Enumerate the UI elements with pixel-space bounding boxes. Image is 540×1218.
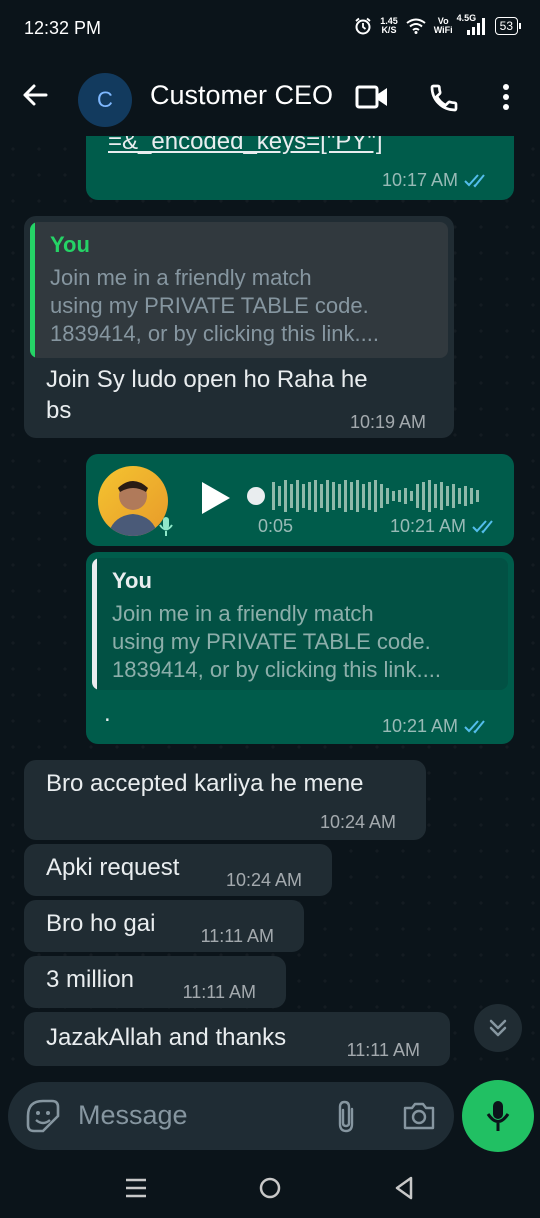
message-time: 11:11 AM bbox=[346, 1040, 420, 1060]
attach-icon[interactable] bbox=[334, 1099, 358, 1133]
video-call-icon[interactable] bbox=[355, 84, 389, 115]
message-time: 11:11 AM bbox=[200, 926, 274, 946]
message-text[interactable]: Bro ho gai bbox=[46, 908, 155, 939]
wifi-icon bbox=[406, 18, 426, 34]
read-ticks-icon bbox=[464, 173, 485, 187]
back-nav-icon[interactable] bbox=[394, 1176, 414, 1200]
mic-badge-icon bbox=[159, 517, 173, 536]
message-bubble[interactable]: Bro accepted karliya he mene 10:24 AM bbox=[24, 760, 426, 840]
message-bubble[interactable]: You Join me in a friendly match using my… bbox=[86, 552, 514, 744]
quote-accent-bar bbox=[92, 558, 97, 690]
quote-author: You bbox=[50, 232, 90, 257]
scroll-to-bottom-button[interactable] bbox=[474, 1004, 522, 1052]
recent-apps-icon[interactable] bbox=[124, 1177, 148, 1199]
message-bubble[interactable]: =&_encoded_keys=["PY"] 10:17 AM bbox=[86, 136, 514, 200]
contact-name[interactable]: Customer CEO bbox=[150, 80, 333, 111]
message-text[interactable]: Bro accepted karliya he mene bbox=[46, 768, 364, 799]
battery-indicator: 53 bbox=[494, 17, 522, 35]
back-arrow-icon[interactable] bbox=[20, 80, 50, 115]
quoted-message[interactable]: You Join me in a friendly match using my… bbox=[92, 558, 508, 690]
message-bubble[interactable]: 3 million 11:11 AM bbox=[24, 956, 286, 1008]
message-text[interactable]: . bbox=[104, 698, 111, 729]
message-text[interactable]: Apki request bbox=[46, 852, 179, 883]
message-meta: 11:11 AM bbox=[347, 1040, 420, 1061]
audio-waveform[interactable] bbox=[246, 476, 486, 516]
chat-header: C Customer CEO bbox=[0, 58, 540, 136]
contact-avatar[interactable]: C bbox=[78, 73, 132, 127]
message-meta: 11:11 AM bbox=[183, 982, 256, 1003]
message-meta: 10:24 AM bbox=[226, 870, 302, 891]
signal-icon bbox=[466, 18, 485, 35]
quote-text: Join me in a friendly match using my PRI… bbox=[50, 265, 379, 346]
message-text[interactable]: Join Sy ludo open ho Raha he bs bbox=[46, 364, 368, 426]
network-speed: 1.45 K/S bbox=[380, 16, 398, 35]
message-meta: 10:24 AM bbox=[320, 812, 396, 833]
system-nav-bar bbox=[0, 1158, 540, 1218]
double-chevron-down-icon bbox=[489, 1019, 507, 1037]
message-meta: 10:19 AM bbox=[350, 412, 426, 433]
message-text[interactable]: =&_encoded_keys=["PY"] bbox=[108, 136, 383, 157]
sticker-icon[interactable] bbox=[26, 1099, 60, 1133]
alarm-icon bbox=[355, 17, 371, 35]
message-meta: 11:11 AM bbox=[201, 926, 274, 947]
message-time: 10:24 AM bbox=[225, 870, 302, 890]
voice-call-icon[interactable] bbox=[428, 82, 460, 119]
message-time: 10:21 AM bbox=[381, 716, 458, 736]
microphone-icon bbox=[486, 1101, 510, 1131]
voice-record-button[interactable] bbox=[462, 1080, 534, 1152]
message-time: 10:24 AM bbox=[319, 812, 396, 832]
message-time: 11:11 AM bbox=[182, 982, 256, 1002]
message-bubble[interactable]: Bro ho gai 11:11 AM bbox=[24, 900, 304, 952]
vowifi-indicator: Vo WiFi bbox=[433, 16, 453, 35]
message-text[interactable]: JazakAllah and thanks bbox=[46, 1022, 286, 1053]
quote-author: You bbox=[112, 568, 152, 593]
read-ticks-icon bbox=[464, 719, 485, 733]
more-options-icon[interactable] bbox=[500, 82, 512, 117]
message-composer[interactable]: Message bbox=[8, 1082, 454, 1150]
message-text[interactable]: 3 million bbox=[46, 964, 134, 995]
status-bar: 12:32 PM 1.45 K/S Vo WiFi 4.5G 53 bbox=[0, 0, 540, 58]
message-meta: 10:21 AM bbox=[382, 716, 490, 737]
read-ticks-icon bbox=[472, 519, 493, 533]
message-time: 10:21 AM bbox=[389, 516, 466, 536]
message-meta: 10:17 AM bbox=[382, 170, 490, 191]
message-input[interactable]: Message bbox=[78, 1100, 188, 1131]
status-icons: 1.45 K/S Vo WiFi 4.5G 53 bbox=[354, 14, 522, 36]
voice-duration: 0:05 bbox=[258, 516, 294, 536]
quote-text: Join me in a friendly match using my PRI… bbox=[112, 601, 441, 682]
home-icon[interactable] bbox=[258, 1176, 282, 1200]
message-time: 10:19 AM bbox=[349, 412, 426, 432]
message-bubble[interactable]: You Join me in a friendly match using my… bbox=[24, 216, 454, 438]
message-bubble[interactable]: JazakAllah and thanks 11:11 AM bbox=[24, 1012, 450, 1066]
message-bubble[interactable]: Apki request 10:24 AM bbox=[24, 844, 332, 896]
status-time: 12:32 PM bbox=[24, 18, 102, 38]
signal-group: 4.5G bbox=[457, 14, 487, 36]
play-icon[interactable] bbox=[200, 480, 232, 516]
chat-area[interactable]: =&_encoded_keys=["PY"] 10:17 AM You Join… bbox=[0, 136, 540, 1080]
camera-icon[interactable] bbox=[402, 1101, 436, 1131]
quote-accent-bar bbox=[30, 222, 35, 358]
message-meta: 10:21 AM bbox=[390, 516, 498, 537]
quoted-message[interactable]: You Join me in a friendly match using my… bbox=[30, 222, 448, 358]
message-time: 10:17 AM bbox=[381, 170, 458, 190]
voice-message-bubble[interactable]: 0:05 10:21 AM bbox=[86, 454, 514, 546]
